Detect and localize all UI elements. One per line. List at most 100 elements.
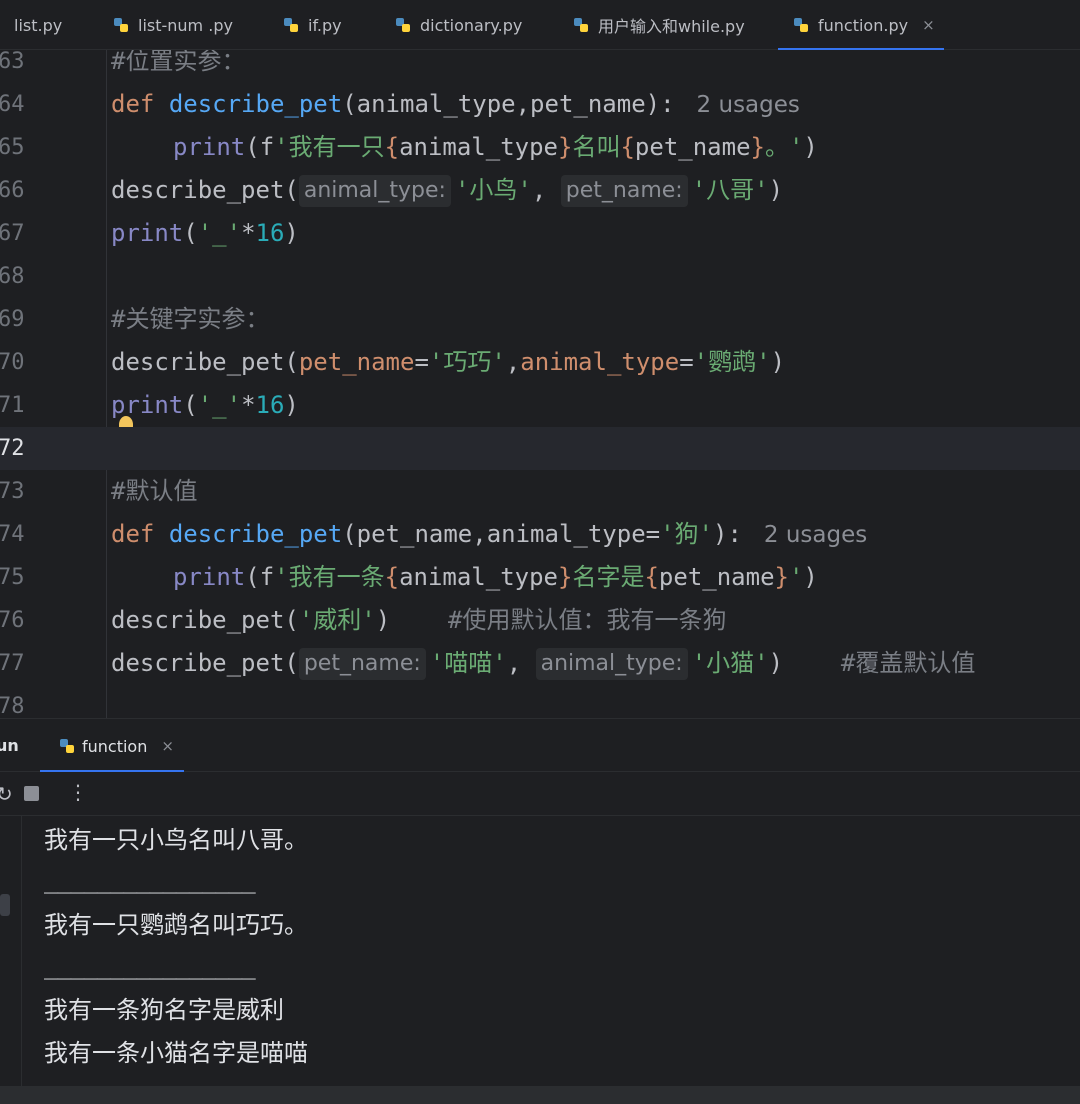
token: animal_type	[399, 133, 559, 161]
tab-if-py[interactable]: if.py	[282, 0, 342, 50]
soft-wrap-icon[interactable]	[0, 894, 10, 916]
line-number: 67	[0, 221, 25, 246]
console-line: 我有一只小鸟名叫八哥。	[44, 826, 308, 854]
python-file-icon	[60, 739, 74, 753]
line-number: 73	[0, 479, 25, 504]
close-icon[interactable]: ×	[161, 737, 174, 755]
param-hint: animal_type:	[298, 175, 451, 207]
param-hint: animal_type:	[535, 648, 688, 680]
code-line: 77 describe_pet(pet_name: '喵喵', animal_ty…	[0, 642, 1080, 685]
line-number: 69	[0, 307, 25, 332]
rerun-icon[interactable]: ↻	[0, 782, 13, 806]
line-number: 63	[0, 50, 25, 74]
token: =	[679, 348, 694, 376]
token: )	[284, 219, 299, 247]
code-line: 67 print('_'*16)	[0, 212, 1080, 255]
code-text: describe_pet(animal_type: '小鸟', pet_name:…	[111, 169, 783, 212]
string: '巧巧'	[428, 348, 506, 376]
usages-hint[interactable]: 2 usages	[764, 522, 867, 548]
code-text: def describe_pet(pet_name,animal_type='狗…	[111, 513, 867, 556]
run-tab-function[interactable]: function ×	[40, 719, 184, 773]
code-editor[interactable]: 63 #位置实参： 64 def describe_pet(animal_typ…	[0, 50, 1080, 718]
line-number: 77	[0, 651, 25, 676]
tab-function-py[interactable]: function.py ×	[778, 0, 944, 51]
keyword-arg: pet_name	[298, 348, 415, 376]
python-file-icon	[574, 18, 588, 32]
token: ):	[713, 520, 742, 548]
line-number: 64	[0, 92, 25, 117]
keyword-arg: animal_type	[520, 348, 680, 376]
line-number: 75	[0, 565, 25, 590]
tab-label: list.py	[14, 15, 63, 35]
brace: }	[774, 563, 789, 591]
comment: #使用默认值：我有一条狗	[448, 606, 727, 634]
brace: }	[558, 563, 573, 591]
token: animal_type	[399, 563, 559, 591]
tab-dictionary-py[interactable]: dictionary.py	[394, 0, 522, 50]
line-number: 68	[0, 264, 25, 289]
token: pet_name	[658, 563, 775, 591]
code-line: 64 def describe_pet(animal_type,pet_name…	[0, 83, 1080, 126]
code-text: #位置实参：	[111, 50, 245, 83]
tab-list-py[interactable]: list.py	[14, 0, 62, 50]
code-text: describe_pet(pet_name='巧巧',animal_type='…	[111, 341, 785, 384]
code-text: print(f'我有一条{animal_type}名字是{pet_name}')	[173, 556, 818, 599]
console-side-toolbar	[0, 816, 22, 1086]
string: 。'	[764, 133, 804, 161]
console-line: 我有一只鹦鹉名叫巧巧。	[44, 911, 308, 939]
scroll-up-icon[interactable]	[0, 828, 10, 850]
editor-tab-bar: list.py list-num .py if.py dictionary.py…	[0, 0, 1080, 51]
status-bar	[0, 1086, 1080, 1104]
string: '狗'	[660, 520, 713, 548]
console-output[interactable]: 我有一只小鸟名叫八哥。 ________________ 我有一只鹦鹉名叫巧巧。…	[0, 816, 1080, 1086]
function-name: describe_pet	[168, 90, 343, 118]
print-icon[interactable]	[0, 964, 10, 986]
python-file-icon	[114, 18, 128, 32]
param-hint: pet_name:	[298, 648, 426, 680]
line-number: 71	[0, 393, 25, 418]
console-line: ________________	[44, 952, 256, 980]
code-line: 63 #位置实参：	[0, 50, 1080, 83]
string: '我有一条	[274, 563, 385, 591]
token: *	[241, 219, 256, 247]
token: (	[183, 219, 198, 247]
close-icon[interactable]: ×	[922, 16, 935, 34]
code-line: 70 describe_pet(pet_name='巧巧',animal_typ…	[0, 341, 1080, 384]
brace: {	[384, 133, 400, 161]
line-number: 78	[0, 694, 25, 718]
code-line: 74 def describe_pet(pet_name,animal_type…	[0, 513, 1080, 556]
string: '鹦鹉'	[693, 348, 771, 376]
comment: #关键字实参：	[111, 305, 270, 333]
code-text: print('_'*16)	[111, 212, 299, 255]
string: '威利'	[298, 606, 376, 634]
console-line: ________________	[44, 866, 256, 894]
string: 名字是	[572, 563, 645, 591]
stop-icon[interactable]	[24, 786, 39, 801]
tab-label: dictionary.py	[420, 15, 523, 35]
token: )	[284, 391, 299, 419]
trash-icon[interactable]	[0, 994, 10, 1016]
function-name: describe_pet	[168, 520, 343, 548]
code-line: 65 print(f'我有一只{animal_type}名叫{pet_name}…	[0, 126, 1080, 169]
builtin: print	[111, 219, 184, 247]
number: 16	[255, 391, 285, 419]
line-number: 65	[0, 135, 25, 160]
token: )	[803, 133, 818, 161]
code-line: 71 p rint('_'*16)	[0, 384, 1080, 433]
token: ,	[505, 348, 521, 376]
tab-label: function.py	[818, 15, 909, 35]
signature: (animal_type,pet_name):	[342, 90, 675, 118]
python-file-icon	[396, 18, 410, 32]
code-line: 75 print(f'我有一条{animal_type}名字是{pet_name…	[0, 556, 1080, 599]
tab-input-while-py[interactable]: 用户输入和while.py	[572, 0, 745, 50]
scroll-end-icon[interactable]	[0, 932, 10, 954]
tab-list-num-py[interactable]: list-num .py	[112, 0, 233, 50]
signature: (pet_name,animal_type=	[342, 520, 661, 548]
string: '_'	[197, 391, 242, 419]
string: '八哥'	[691, 176, 769, 204]
string: '小鸟'	[454, 176, 532, 204]
line-number: 74	[0, 522, 25, 547]
more-options-icon[interactable]: ⋮	[68, 780, 88, 804]
code-text: print('_'*16)	[111, 384, 299, 433]
usages-hint[interactable]: 2 usages	[697, 92, 800, 118]
